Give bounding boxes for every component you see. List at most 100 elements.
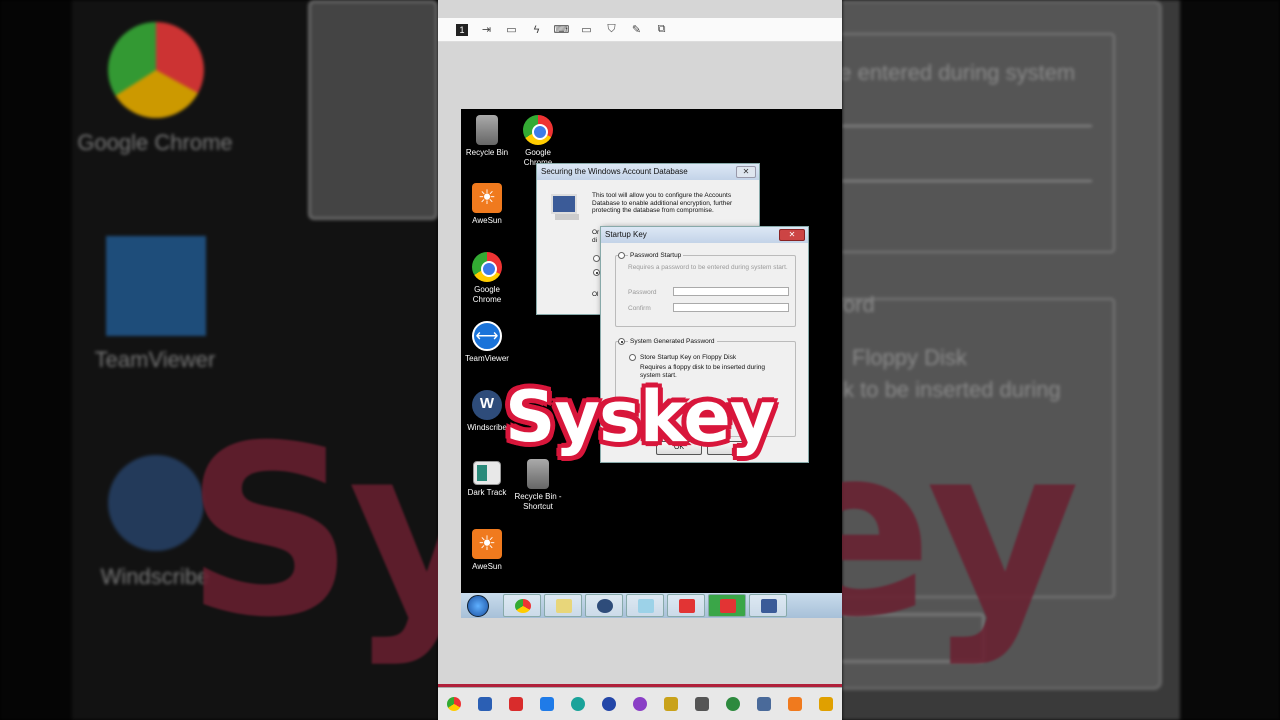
host-taskbar	[438, 684, 842, 720]
floppy-disk-label: Store Startup Key on Floppy Disk	[640, 354, 737, 361]
desktop-icon-teamviewer[interactable]: TeamViewer	[461, 321, 513, 364]
desktop-icon-chrome[interactable]: Google Chrome	[461, 252, 513, 305]
awesun-icon	[787, 697, 802, 711]
overlay-title: Syskey	[505, 376, 775, 458]
password-startup-radio[interactable]	[618, 252, 625, 259]
taskbar-notes[interactable]	[626, 594, 664, 617]
taskbar-window[interactable]	[810, 694, 841, 714]
partial-option-text: di	[592, 237, 598, 244]
window-icon	[818, 697, 833, 711]
taskbar-syskey[interactable]	[749, 594, 787, 617]
recycle-bin-icon	[476, 115, 498, 145]
blurred-field-line	[842, 180, 1092, 182]
bg-text: word	[842, 292, 875, 317]
export-icon[interactable]: ⇥	[474, 20, 499, 40]
dialog-title: Securing the Windows Account Database	[541, 167, 688, 176]
word-icon	[477, 697, 492, 711]
taskbar-chrome[interactable]	[503, 594, 541, 617]
taskbar-x[interactable]	[686, 694, 717, 714]
radio-button[interactable]	[593, 269, 600, 276]
taskbar-dropbox[interactable]	[531, 694, 562, 714]
tool-icon	[663, 697, 678, 711]
taskbar-globe[interactable]	[717, 694, 748, 714]
taskbar-onenote[interactable]	[624, 694, 655, 714]
password-input[interactable]	[673, 287, 789, 296]
desktop-icon-recycle-bin-shortcut[interactable]: Recycle Bin - Shortcut	[512, 459, 564, 512]
remote-icon[interactable]: ⧉	[649, 20, 674, 40]
radio-button[interactable]	[593, 255, 600, 262]
windscribe-icon	[597, 599, 613, 613]
chrome-icon	[515, 599, 531, 613]
taskbar-edge[interactable]	[562, 694, 593, 714]
taskbar-remote[interactable]	[748, 694, 779, 714]
chrome-icon	[108, 22, 204, 118]
taskbar-app[interactable]	[593, 694, 624, 714]
lightning-icon[interactable]: ϟ	[524, 20, 549, 40]
password-startup-description: Requires a password to be entered during…	[628, 264, 788, 271]
taskbar-windscribe[interactable]	[585, 594, 623, 617]
globe-icon	[725, 697, 740, 711]
pen-icon[interactable]: ✎	[624, 20, 649, 40]
taskbar-anydesk[interactable]	[667, 594, 705, 617]
pdf-icon	[508, 697, 523, 711]
folder-icon	[556, 599, 572, 613]
desktop-icon-recycle-bin[interactable]: Recycle Bin	[461, 115, 513, 158]
dark-strip	[0, 0, 72, 720]
bg-text: be entered during system	[842, 60, 1076, 85]
notes-icon	[638, 599, 654, 613]
video-center-panel: 1 ⇥ ▭ ϟ ⌨ ▭ ⛉ ✎ ⧉ Recycle Bin Google Chr…	[438, 0, 842, 720]
awesun-icon	[472, 183, 502, 213]
app-icon	[601, 697, 616, 711]
dropbox-icon	[539, 697, 554, 711]
remote-desktop-screen: Recycle Bin Google Chrome AweSun Google …	[461, 109, 842, 618]
taskbar-awesun[interactable]	[779, 694, 810, 714]
taskbar-word[interactable]	[469, 694, 500, 714]
dialog-title: Startup Key	[605, 230, 647, 239]
system-generated-radio[interactable]	[618, 338, 625, 345]
start-button[interactable]	[463, 594, 493, 617]
edge-icon	[570, 697, 585, 711]
keyboard-icon[interactable]: ⌨	[549, 20, 574, 40]
progress-line	[438, 684, 842, 687]
awesun-icon	[472, 529, 502, 559]
monitor-icon[interactable]: ▭	[574, 20, 599, 40]
taskbar-pdf[interactable]	[500, 694, 531, 714]
remote-taskbar	[461, 593, 842, 618]
password-label: Password	[628, 289, 657, 296]
close-button[interactable]: ✕	[736, 166, 756, 178]
computer-icon	[551, 194, 579, 220]
taskbar-folder[interactable]	[544, 594, 582, 617]
chrome-icon	[523, 115, 553, 145]
windscribe-icon	[472, 390, 502, 420]
chrome-icon	[472, 252, 502, 282]
close-button[interactable]: ✕	[779, 229, 805, 241]
bg-label-chrome: Google Chrome	[77, 130, 233, 155]
desktop-icon-awesun[interactable]: AweSun	[461, 529, 513, 572]
taskbar-chrome[interactable]	[438, 694, 469, 714]
teamviewer-icon	[106, 236, 206, 336]
blurred-field-line	[842, 125, 1092, 127]
dialog-titlebar: Securing the Windows Account Database ✕	[537, 164, 759, 180]
onenote-icon	[632, 697, 647, 711]
floppy-disk-radio[interactable]	[629, 354, 636, 361]
confirm-input[interactable]	[673, 303, 789, 312]
bg-text: Floppy Disk	[852, 345, 967, 370]
anydesk-icon	[679, 599, 695, 613]
partial-option-text: Or	[592, 229, 600, 236]
windows-orb-icon	[467, 595, 489, 617]
shield-icon[interactable]: ⛉	[599, 20, 624, 40]
desktop-icon-chrome[interactable]: Google Chrome	[512, 115, 564, 168]
anydesk-icon	[720, 599, 736, 613]
desktop-icon-awesun[interactable]: AweSun	[461, 183, 513, 226]
taskbar-tool[interactable]	[655, 694, 686, 714]
page-badge[interactable]: 1	[456, 23, 468, 36]
taskbar-anydesk-active[interactable]	[708, 594, 746, 617]
bg-label-teamviewer: TeamViewer	[94, 347, 216, 372]
computer-icon	[761, 599, 777, 613]
comment-icon[interactable]: ▭	[499, 20, 524, 40]
blurred-group-box: be entered during system	[842, 33, 1115, 253]
desktop-icon-dark-track[interactable]: Dark Track	[461, 461, 513, 498]
dialog-titlebar: Startup Key ✕	[601, 227, 808, 243]
dark-strip	[1180, 0, 1280, 720]
partial-button-text: Ol	[592, 291, 599, 298]
